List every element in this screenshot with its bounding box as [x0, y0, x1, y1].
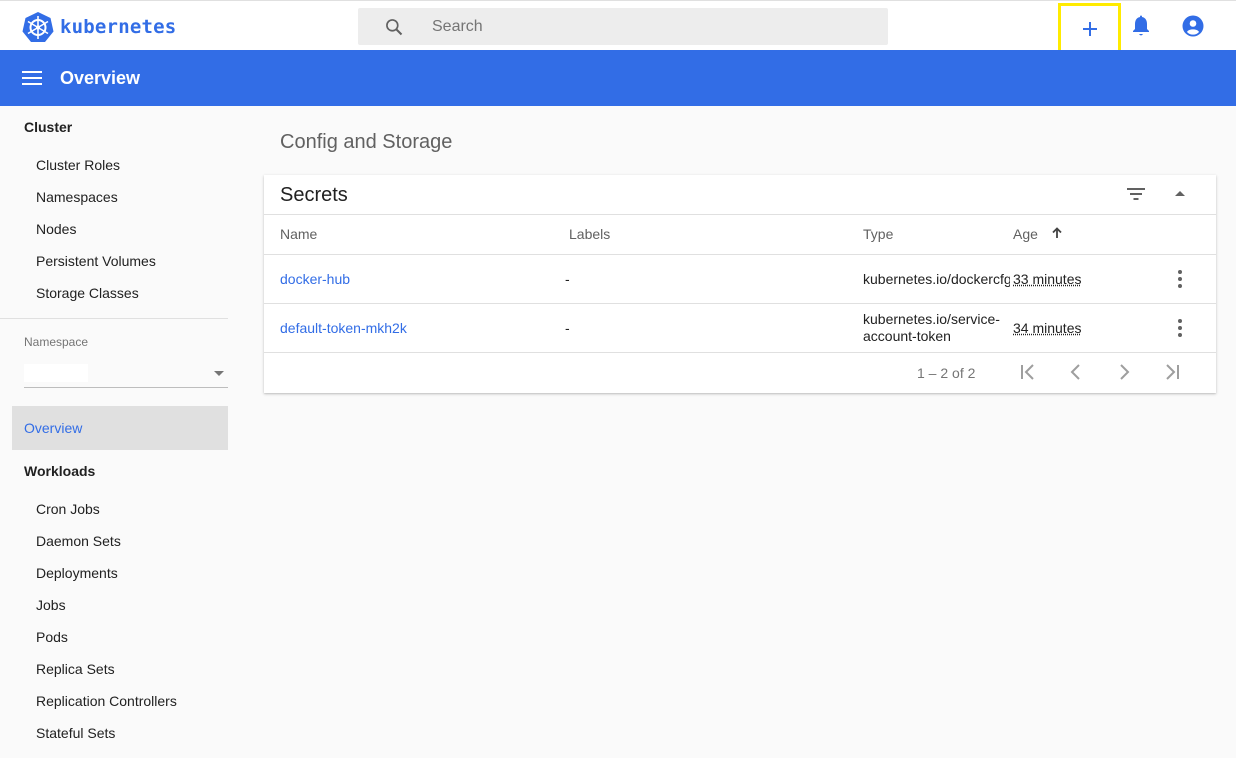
sidebar-item-overview-label: Overview [24, 420, 83, 436]
filter-icon[interactable] [1126, 185, 1146, 203]
column-header-age[interactable]: Age [1013, 226, 1038, 242]
card-title: Secrets [280, 184, 348, 206]
row-divider [264, 254, 1216, 255]
next-page-icon[interactable] [1114, 363, 1134, 381]
more-vert-icon[interactable] [1174, 269, 1186, 289]
sidebar-item-storage-classes[interactable]: Storage Classes [36, 285, 139, 301]
header-divider [264, 214, 1216, 215]
secret-type: kubernetes.io/service-account-token [863, 311, 1000, 344]
secret-age: 33 minutes [1013, 271, 1082, 287]
kubernetes-logo[interactable]: kubernetes [22, 11, 176, 43]
last-page-icon[interactable] [1162, 363, 1182, 381]
more-vert-icon[interactable] [1174, 318, 1186, 338]
row-divider [264, 352, 1216, 353]
sidebar-item-nodes[interactable]: Nodes [36, 221, 76, 237]
secret-name-link[interactable]: docker-hub [280, 271, 350, 287]
sidebar-item-replica-sets[interactable]: Replica Sets [36, 661, 115, 677]
sidebar-item-daemon-sets[interactable]: Daemon Sets [36, 533, 121, 549]
previous-page-icon[interactable] [1066, 363, 1086, 381]
account-button[interactable] [1172, 5, 1214, 47]
kubernetes-wheel-icon [22, 12, 54, 42]
secret-labels: - [565, 320, 570, 336]
column-header-labels: Labels [569, 226, 611, 242]
search-icon [386, 18, 403, 35]
search-bar[interactable] [358, 8, 888, 45]
notifications-button[interactable] [1120, 5, 1162, 47]
dropdown-arrow-icon [214, 371, 224, 376]
column-header-type: Type [863, 226, 894, 242]
bell-icon [1133, 15, 1149, 36]
sidebar-item-replication-controllers[interactable]: Replication Controllers [36, 693, 177, 709]
sidebar-item-cluster-roles[interactable]: Cluster Roles [36, 157, 120, 173]
sidebar-heading-cluster[interactable]: Cluster [24, 119, 72, 135]
page-title: Overview [60, 68, 141, 88]
create-button[interactable] [1058, 3, 1121, 54]
namespace-value [24, 364, 88, 382]
account-circle-icon [1182, 15, 1204, 37]
first-page-icon[interactable] [1018, 363, 1038, 381]
sidebar-item-deployments[interactable]: Deployments [36, 565, 118, 581]
sidebar-item-persistent-volumes[interactable]: Persistent Volumes [36, 253, 156, 269]
collapse-icon[interactable] [1174, 189, 1186, 197]
secret-type: kubernetes.io/dockercfg [863, 271, 1010, 287]
secrets-card: Secrets Name Labels Type Age docker-hub … [264, 175, 1216, 393]
row-divider [264, 303, 1216, 304]
sidebar-item-jobs[interactable]: Jobs [36, 597, 66, 613]
secret-name-link[interactable]: default-token-mkh2k [280, 320, 407, 336]
secret-age: 34 minutes [1013, 320, 1082, 336]
sidebar-heading-workloads[interactable]: Workloads [24, 463, 95, 479]
pagination-range: 1 – 2 of 2 [917, 365, 976, 381]
brand-name: kubernetes [60, 16, 177, 38]
namespace-label: Namespace [24, 335, 89, 349]
sidebar-item-overview[interactable]: Overview [12, 406, 228, 450]
secret-labels: - [565, 271, 570, 287]
sidebar-item-stateful-sets[interactable]: Stateful Sets [36, 725, 115, 741]
sidebar-item-cron-jobs[interactable]: Cron Jobs [36, 501, 100, 517]
plus-icon [1082, 21, 1097, 36]
sort-arrow-up-icon[interactable] [1051, 227, 1063, 239]
sidebar-item-namespaces[interactable]: Namespaces [36, 189, 118, 205]
search-input[interactable] [432, 17, 852, 36]
top-bar: kubernetes [0, 0, 1236, 54]
sidebar-item-pods[interactable]: Pods [36, 629, 68, 645]
section-title: Config and Storage [280, 131, 453, 153]
sidebar-nav: Cluster Cluster Roles Namespaces Nodes P… [0, 106, 240, 758]
sidebar-divider [0, 318, 228, 319]
page-toolbar: Overview [0, 50, 1236, 106]
namespace-select[interactable] [24, 362, 228, 388]
column-header-name[interactable]: Name [280, 226, 317, 242]
menu-icon[interactable] [22, 69, 42, 87]
